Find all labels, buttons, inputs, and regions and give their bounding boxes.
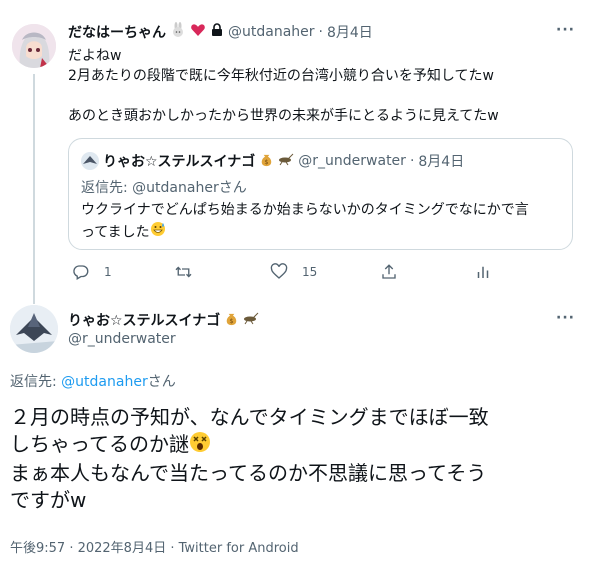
tweet-line: だよねw xyxy=(68,48,122,64)
like-button[interactable]: 15 xyxy=(270,263,317,281)
reply-to-suffix: さん xyxy=(147,374,176,390)
display-name[interactable]: だなはーちゃん xyxy=(68,22,166,42)
tweet-line: まぁ本人もなんで当たってるのか不思議に思ってそう xyxy=(10,461,487,485)
heart-icon xyxy=(190,22,206,42)
grin-sweat-emoji xyxy=(150,221,166,244)
tweet-line: しちゃってるのか謎 xyxy=(10,432,189,456)
quote-handle: @r_underwater xyxy=(298,153,406,169)
quote-text: ウクライナでどんぱち始まるか始まらないかのタイミングでなにかで言 ってました xyxy=(81,199,566,244)
reply-to-handle-link[interactable]: @utdanaher xyxy=(61,374,148,390)
retweet-button[interactable] xyxy=(174,263,207,281)
tweet-1-header: だなはーちゃん @utdanaher · 8月4日 xyxy=(68,22,373,42)
quote-avatar xyxy=(81,152,99,170)
separator-dot: · xyxy=(318,24,323,40)
more-icon[interactable]: ··· xyxy=(556,22,575,38)
svg-text:$: $ xyxy=(265,158,269,166)
tweet-line: ですがw xyxy=(10,488,87,512)
reply-to-suffix: さん xyxy=(218,180,247,196)
avatar-r-underwater[interactable] xyxy=(10,305,58,353)
share-icon[interactable] xyxy=(380,263,398,285)
more-icon[interactable]: ··· xyxy=(556,310,575,326)
lock-icon xyxy=(210,23,224,41)
quote-display-name: りゃお☆ステルスイナゴ xyxy=(103,154,256,170)
retweet-icon xyxy=(175,266,192,278)
tweet-2-header: りゃお☆ステルスイナゴ $ xyxy=(68,310,259,330)
tweet-2-text: ２月の時点の予知が、なんでタイミングまでほぼ一致 しちゃってるのか謎 まぁ本人も… xyxy=(10,404,590,514)
rabbit-icon xyxy=(170,22,186,42)
quote-line: ウクライナでどんぱち始まるか始まらないかのタイミングでなにかで言 xyxy=(81,202,529,218)
money-bag-icon: $ xyxy=(259,152,274,171)
quote-line: ってました xyxy=(81,224,150,241)
tweet-line: ２月の時点の予知が、なんでタイミングまでほぼ一致 xyxy=(10,405,489,429)
like-count: 15 xyxy=(302,265,318,279)
cricket-icon xyxy=(278,152,294,170)
quoted-tweet[interactable]: りゃお☆ステルスイナゴ $ @r_underwater · 8月4日 返信先: … xyxy=(68,138,573,250)
separator-dot: · xyxy=(409,153,415,169)
tweet-date[interactable]: 8月4日 xyxy=(327,22,373,42)
quote-reply-to: 返信先: @utdanaherさん xyxy=(81,177,247,197)
quote-header: りゃお☆ステルスイナゴ $ @r_underwater · 8月4日 xyxy=(81,151,464,171)
display-name[interactable]: りゃお☆ステルスイナゴ xyxy=(68,310,220,330)
tweet-1-text: だよねw 2月あたりの段階で既に今年秋付近の台湾小競り合いを予知してたw あのと… xyxy=(68,46,578,126)
reply-to: 返信先: @utdanaherさん xyxy=(10,371,176,391)
tweet-line: 2月あたりの段階で既に今年秋付近の台湾小競り合いを予知してたw xyxy=(68,68,494,84)
quote-date: 8月4日 xyxy=(418,154,465,170)
cricket-icon xyxy=(243,311,259,329)
dizzy-face-emoji xyxy=(189,431,211,460)
handle[interactable]: @r_underwater xyxy=(68,331,176,347)
reply-to-prefix: 返信先: xyxy=(81,180,133,196)
reply-thread-line xyxy=(33,74,35,304)
reply-button[interactable]: 1 xyxy=(72,263,112,281)
tweet-line xyxy=(68,86,578,106)
like-icon xyxy=(270,263,288,279)
avatar-utdanaher[interactable] xyxy=(12,24,56,68)
svg-text:$: $ xyxy=(230,317,234,325)
tweet-line: あのとき頭おかしかったから世界の未来が手にとるように見えてたw xyxy=(68,108,499,124)
handle[interactable]: @utdanaher xyxy=(228,24,315,40)
reply-icon xyxy=(73,265,89,280)
reply-to-handle: @utdanaher xyxy=(132,180,219,196)
tweet-timestamp[interactable]: 午後9:57 · 2022年8月4日 · Twitter for Android xyxy=(10,537,299,556)
reply-count: 1 xyxy=(104,265,112,279)
money-bag-icon: $ xyxy=(224,311,239,330)
reply-to-prefix: 返信先: xyxy=(10,374,62,390)
analytics-icon[interactable] xyxy=(474,263,492,285)
